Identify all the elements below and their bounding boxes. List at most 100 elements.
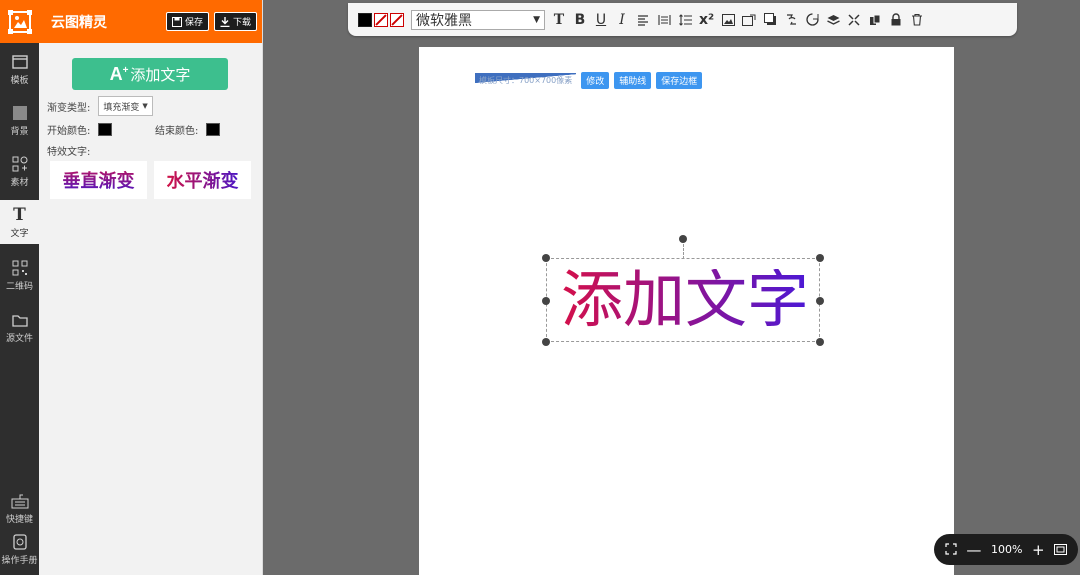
zoom-control: — 100% + <box>934 534 1078 565</box>
left-icon-rail: 模板 背景 素材 T 文字 二维码 源文件 快捷键 操作手册 <box>0 0 39 575</box>
underline-button[interactable]: U <box>594 12 608 28</box>
add-text-button[interactable]: A+ 添加文字 <box>72 58 228 90</box>
bold-button[interactable]: B <box>573 12 587 28</box>
guides-button[interactable]: 辅助线 <box>614 72 652 89</box>
superscript-button[interactable]: x² <box>699 12 714 28</box>
font-family-value: 微软雅黑 <box>416 12 472 29</box>
rail-item-background[interactable]: 背景 <box>0 104 39 137</box>
fullscreen-icon[interactable] <box>945 541 957 559</box>
material-icon <box>12 156 27 172</box>
flip-icon[interactable] <box>784 13 798 26</box>
chevron-down-icon: ▼ <box>142 102 148 110</box>
rail-item-template[interactable]: 模板 <box>0 53 39 86</box>
text-toolbar: 微软雅黑 ▼ T B U I x² <box>348 3 1017 36</box>
italic-button[interactable]: I <box>615 12 629 28</box>
logo-icon <box>7 9 32 34</box>
font-size-button[interactable]: T <box>552 12 566 28</box>
delete-icon[interactable] <box>910 13 924 26</box>
background-icon <box>12 106 27 120</box>
gradient-type-row: 渐变类型: 填充渐变 ▼ <box>47 96 153 116</box>
rail-label-template: 模板 <box>10 76 29 86</box>
text-icon: T <box>13 204 26 225</box>
fit-screen-icon[interactable] <box>1054 541 1068 559</box>
copy-icon[interactable] <box>868 14 882 26</box>
zoom-in-button[interactable]: + <box>1032 541 1045 559</box>
effect-text-row: 特效文字: <box>47 143 90 158</box>
shadow-icon[interactable] <box>763 13 777 26</box>
keyboard-icon <box>11 494 28 509</box>
rail-label-shortcuts: 快捷键 <box>5 515 33 525</box>
gradient-type-value: 填充渐变 <box>103 102 140 113</box>
stroke-color-none[interactable] <box>374 12 388 27</box>
effect-horizontal-label: 水平渐变 <box>167 167 239 193</box>
brand-bar: 云图精灵 保存 下载 <box>39 0 262 43</box>
manual-icon <box>12 534 27 550</box>
rail-item-shortcuts[interactable]: 快捷键 <box>0 492 39 525</box>
rail-label-background: 背景 <box>10 127 29 137</box>
app-name: 云图精灵 <box>51 14 107 31</box>
align-icon[interactable] <box>636 14 650 26</box>
design-canvas[interactable]: 模板尺寸：700×700像素 修改 辅助线 保存边框 添加文字 <box>419 47 954 575</box>
end-color-swatch[interactable] <box>206 123 221 136</box>
lock-icon[interactable] <box>889 13 903 26</box>
layers-icon[interactable] <box>826 14 840 26</box>
rail-item-text[interactable]: T 文字 <box>0 200 39 244</box>
text-panel: 云图精灵 保存 下载 A+ 添加文字 渐变类型: 填充渐变 ▼ 开始颜色: 结束… <box>39 0 263 575</box>
zoom-level: 100% <box>990 543 1023 556</box>
rail-label-source: 源文件 <box>5 334 33 344</box>
rotate-guide-line <box>683 244 684 259</box>
text-color-swatch[interactable] <box>358 12 372 27</box>
rail-item-material[interactable]: 素材 <box>0 155 39 188</box>
effect-vertical-gradient[interactable]: 垂直渐变 <box>50 161 147 199</box>
canvas-info-bar: 模板尺寸：700×700像素 修改 辅助线 保存边框 <box>475 72 703 89</box>
rail-item-manual[interactable]: 操作手册 <box>0 533 39 566</box>
chevron-down-icon: ▼ <box>533 14 540 25</box>
rail-item-qrcode[interactable]: 二维码 <box>0 259 39 292</box>
start-color-label: 开始颜色: <box>47 126 91 137</box>
resize-handle-nw[interactable] <box>542 254 550 262</box>
letter-spacing-icon[interactable] <box>657 14 671 26</box>
rotate-handle[interactable] <box>679 235 687 243</box>
canvas-text-element[interactable]: 添加文字 <box>550 259 820 341</box>
resize-handle-w[interactable] <box>542 297 550 305</box>
rail-label-qrcode: 二维码 <box>5 282 33 292</box>
text-selection-box[interactable]: 添加文字 <box>542 235 824 346</box>
rotate-icon[interactable] <box>805 13 819 26</box>
rail-label-manual: 操作手册 <box>1 556 38 566</box>
zoom-out-button[interactable]: — <box>966 541 981 559</box>
effect-vertical-label: 垂直渐变 <box>63 167 135 193</box>
save-icon <box>171 16 182 27</box>
save-button[interactable]: 保存 <box>165 12 209 31</box>
resize-handle-sw[interactable] <box>542 338 550 346</box>
background-color-none[interactable] <box>390 12 404 27</box>
folder-icon <box>11 315 28 327</box>
effect-horizontal-gradient[interactable]: 水平渐变 <box>154 161 251 199</box>
end-color-row: 结束颜色: <box>155 122 221 137</box>
gradient-type-select[interactable]: 填充渐变 ▼ <box>98 96 153 116</box>
canvas-text: 添加文字 <box>560 263 809 336</box>
font-family-select[interactable]: 微软雅黑 ▼ <box>411 9 545 30</box>
replace-image-icon[interactable] <box>742 14 756 26</box>
rail-label-text: 文字 <box>10 228 29 239</box>
add-text-label: 添加文字 <box>130 65 191 84</box>
rail-item-source[interactable]: 源文件 <box>0 311 39 344</box>
effect-text-label: 特效文字: <box>47 147 91 158</box>
template-icon <box>11 55 28 69</box>
rail-label-material: 素材 <box>10 178 29 188</box>
add-text-icon: A+ <box>109 63 129 84</box>
download-button[interactable]: 下载 <box>213 12 257 31</box>
canvas-size-label: 模板尺寸：700×700像素 <box>475 72 577 89</box>
app-logo[interactable] <box>0 0 39 43</box>
qrcode-icon <box>12 260 27 276</box>
start-color-swatch[interactable] <box>98 123 113 136</box>
image-icon[interactable] <box>721 13 735 26</box>
start-color-row: 开始颜色: <box>47 122 113 137</box>
gradient-type-label: 渐变类型: <box>47 102 91 114</box>
save-border-button[interactable]: 保存边框 <box>656 72 703 89</box>
download-icon <box>220 16 230 27</box>
expand-icon[interactable] <box>847 13 861 26</box>
modify-size-button[interactable]: 修改 <box>581 72 610 89</box>
save-label: 保存 <box>184 18 203 28</box>
end-color-label: 结束颜色: <box>155 126 199 137</box>
line-height-icon[interactable] <box>678 13 692 26</box>
